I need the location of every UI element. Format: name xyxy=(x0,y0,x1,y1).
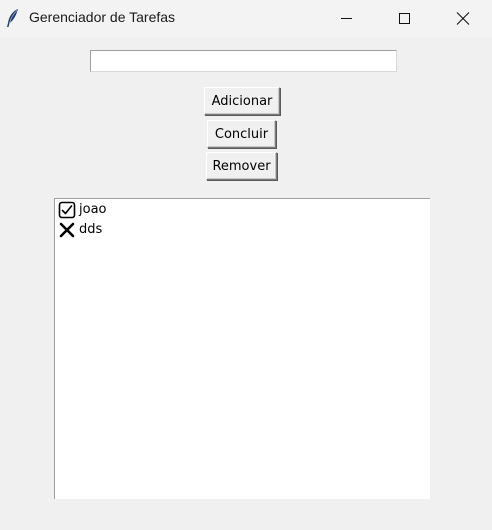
app-window: Gerenciador de Tarefas Adicionar Conclui… xyxy=(0,0,492,530)
remove-button[interactable]: Remover xyxy=(206,152,277,180)
task-text: joao xyxy=(79,202,107,217)
task-input[interactable] xyxy=(90,50,397,72)
list-item[interactable]: joao xyxy=(58,200,107,220)
complete-button[interactable]: Concluir xyxy=(207,120,276,148)
title-bar[interactable]: Gerenciador de Tarefas xyxy=(0,0,492,37)
check-box-icon xyxy=(58,201,76,219)
task-list[interactable]: joao dds xyxy=(54,198,430,499)
minimize-button[interactable] xyxy=(323,0,369,37)
x-mark-icon xyxy=(58,221,76,239)
add-button[interactable]: Adicionar xyxy=(204,87,280,115)
window-title: Gerenciador de Tarefas xyxy=(29,9,176,25)
feather-icon xyxy=(5,8,21,28)
task-text: dds xyxy=(79,222,103,237)
close-button[interactable] xyxy=(440,0,486,37)
list-item[interactable]: dds xyxy=(58,220,102,240)
maximize-button[interactable] xyxy=(381,0,427,37)
